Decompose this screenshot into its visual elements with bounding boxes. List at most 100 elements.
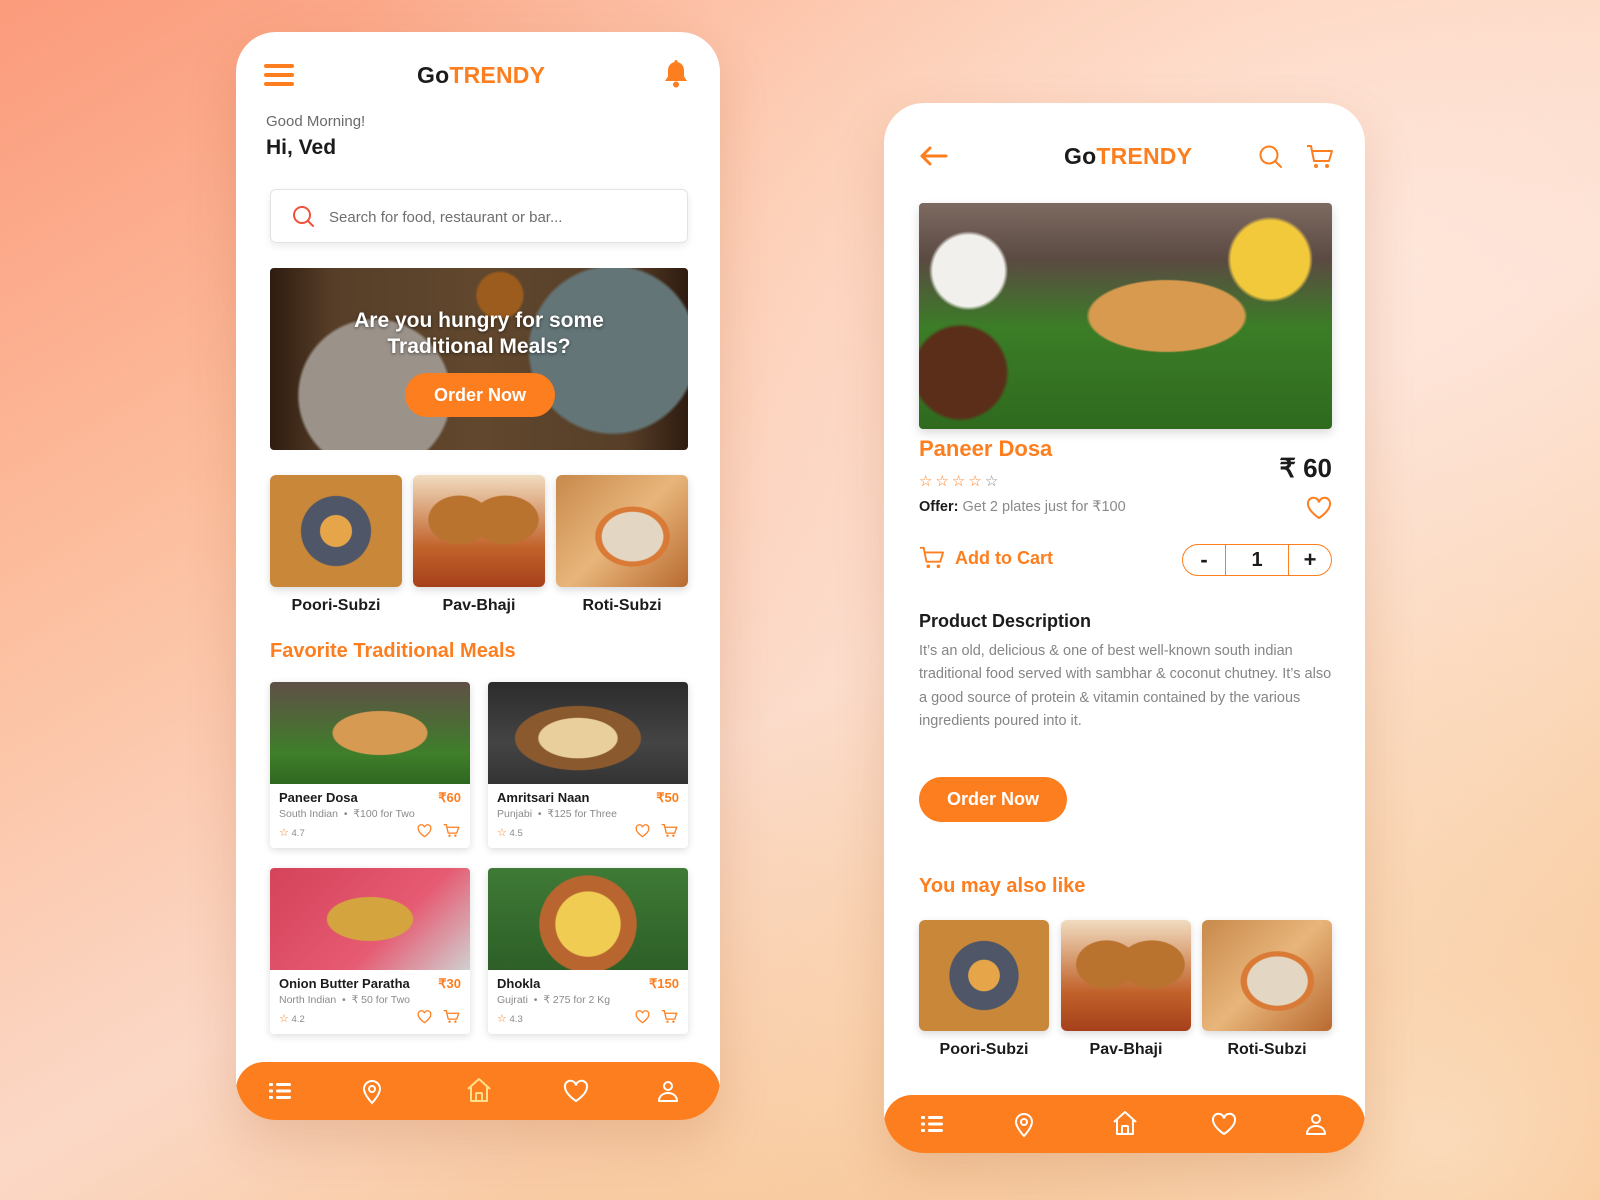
separator-dot: • xyxy=(533,994,538,1006)
separator-dot: • xyxy=(537,808,542,820)
search-icon[interactable] xyxy=(1258,144,1284,170)
add-to-cart-label: Add to Cart xyxy=(955,547,1053,568)
home-icon[interactable] xyxy=(464,1075,494,1105)
rating-value: 4.7 xyxy=(291,828,305,839)
meal-card[interactable]: Amritsari Naan ₹50 Punjabi • ₹125 for Th… xyxy=(488,682,688,848)
star-icon: ☆ xyxy=(497,1013,507,1025)
list-icon[interactable] xyxy=(918,1110,946,1138)
meal-image xyxy=(488,682,688,784)
star-icon: ☆ xyxy=(279,1013,289,1025)
meal-image xyxy=(488,868,688,970)
banner-order-now-button[interactable]: Order Now xyxy=(405,373,555,417)
meal-serving: ₹ 50 for Two xyxy=(351,994,411,1006)
meal-price: ₹60 xyxy=(438,790,461,805)
meal-cuisine: Punjabi xyxy=(497,808,533,820)
category-pav-bhaji[interactable]: Pav-Bhaji xyxy=(413,475,545,615)
suggestion-image xyxy=(919,920,1049,1031)
hamburger-menu-icon[interactable] xyxy=(264,64,294,86)
suggestion-label: Roti-Subzi xyxy=(1227,1041,1307,1058)
decrease-quantity-button[interactable]: - xyxy=(1183,545,1226,575)
meal-name: Amritsari Naan xyxy=(497,790,590,805)
product-rating-stars: ☆☆☆☆☆ xyxy=(919,472,1001,490)
category-roti-subzi[interactable]: Roti-Subzi xyxy=(556,475,688,615)
product-detail-screen: GoTRENDY Paneer Dosa ₹ 60 ☆☆☆☆☆ Offer: G… xyxy=(884,103,1365,1153)
meal-cuisine: North Indian xyxy=(279,994,337,1006)
meal-card[interactable]: Paneer Dosa ₹60 South Indian • ₹100 for … xyxy=(270,682,470,848)
meal-subtitle: Punjabi • ₹125 for Three xyxy=(497,808,617,820)
heart-icon[interactable] xyxy=(562,1077,590,1105)
home-screen: GoTRENDY Good Morning! Hi, Ved Are you h… xyxy=(236,32,720,1120)
category-poori-subzi[interactable]: Poori-Subzi xyxy=(270,475,402,615)
search-bar[interactable] xyxy=(270,189,688,243)
star-filled-icon: ☆ xyxy=(968,473,985,490)
meal-image xyxy=(270,868,470,970)
heart-icon[interactable] xyxy=(1306,496,1332,520)
star-filled-icon: ☆ xyxy=(951,473,969,490)
meal-image xyxy=(270,682,470,784)
cart-icon[interactable] xyxy=(1306,144,1334,170)
cart-icon[interactable] xyxy=(443,1009,460,1024)
rating-value: 4.3 xyxy=(509,1014,523,1025)
add-to-cart-button[interactable]: Add to Cart xyxy=(919,546,1053,570)
home-icon[interactable] xyxy=(1110,1108,1140,1138)
category-image xyxy=(270,475,402,587)
suggestion-image xyxy=(1061,920,1191,1031)
star-icon: ☆ xyxy=(279,827,289,839)
suggestion-roti-subzi[interactable]: Roti-Subzi xyxy=(1202,920,1332,1059)
order-now-button[interactable]: Order Now xyxy=(919,777,1067,822)
meal-serving: ₹ 275 for 2 Kg xyxy=(543,994,611,1006)
category-label: Poori-Subzi xyxy=(291,597,381,614)
location-pin-icon[interactable] xyxy=(358,1077,386,1105)
meal-rating: ☆ 4.2 xyxy=(279,1012,305,1025)
back-arrow-icon[interactable] xyxy=(918,145,948,167)
meal-price: ₹50 xyxy=(656,790,679,805)
bottom-navigation xyxy=(236,1062,720,1120)
search-input[interactable] xyxy=(329,204,669,230)
cart-icon xyxy=(919,546,945,570)
promo-banner[interactable]: Are you hungry for some Traditional Meal… xyxy=(270,268,688,450)
meal-card[interactable]: Dhokla ₹150 Gujrati • ₹ 275 for 2 Kg ☆ 4… xyxy=(488,868,688,1034)
user-icon[interactable] xyxy=(654,1077,682,1105)
banner-line-1: Are you hungry for some xyxy=(354,309,604,332)
meal-price: ₹30 xyxy=(438,976,461,991)
meal-subtitle: North Indian • ₹ 50 for Two xyxy=(279,994,410,1006)
heart-icon[interactable] xyxy=(417,824,432,838)
search-icon xyxy=(292,205,316,229)
heart-icon[interactable] xyxy=(635,1010,650,1024)
category-image xyxy=(413,475,545,587)
meal-rating: ☆ 4.5 xyxy=(497,826,523,839)
heart-icon[interactable] xyxy=(635,824,650,838)
meal-cuisine: Gujrati xyxy=(497,994,528,1006)
greeting-text: Good Morning! xyxy=(266,113,366,130)
suggestion-poori-subzi[interactable]: Poori-Subzi xyxy=(919,920,1049,1059)
suggestion-pav-bhaji[interactable]: Pav-Bhaji xyxy=(1061,920,1191,1059)
meal-cuisine: South Indian xyxy=(279,808,338,820)
cart-icon[interactable] xyxy=(661,823,678,838)
product-hero-image xyxy=(919,203,1332,429)
quantity-value: 1 xyxy=(1226,545,1289,575)
offer-detail: Get 2 plates just for ₹100 xyxy=(958,499,1126,515)
separator-dot: • xyxy=(343,808,348,820)
cart-icon[interactable] xyxy=(661,1009,678,1024)
meal-subtitle: South Indian • ₹100 for Two xyxy=(279,808,415,820)
heart-icon[interactable] xyxy=(1210,1110,1238,1138)
meal-price: ₹150 xyxy=(649,976,679,991)
location-pin-icon[interactable] xyxy=(1010,1110,1038,1138)
heart-icon[interactable] xyxy=(417,1010,432,1024)
banner-headline: Are you hungry for some Traditional Meal… xyxy=(270,308,688,360)
quantity-stepper: - 1 + xyxy=(1182,544,1332,576)
suggestion-label: Poori-Subzi xyxy=(939,1041,1029,1058)
user-greeting: Hi, Ved xyxy=(266,136,337,159)
list-icon[interactable] xyxy=(266,1077,294,1105)
user-icon[interactable] xyxy=(1302,1110,1330,1138)
cart-icon[interactable] xyxy=(443,823,460,838)
meal-name: Paneer Dosa xyxy=(279,790,358,805)
meal-name: Dhokla xyxy=(497,976,541,991)
star-filled-icon: ☆ xyxy=(935,473,952,490)
bell-icon[interactable] xyxy=(663,60,689,88)
meal-card[interactable]: Onion Butter Paratha ₹30 North Indian • … xyxy=(270,868,470,1034)
app-logo: GoTRENDY xyxy=(1064,143,1192,170)
increase-quantity-button[interactable]: + xyxy=(1289,545,1331,575)
also-like-row: Poori-Subzi Pav-Bhaji Roti-Subzi xyxy=(919,920,1332,1070)
description-text: It’s an old, delicious & one of best wel… xyxy=(919,643,1332,729)
